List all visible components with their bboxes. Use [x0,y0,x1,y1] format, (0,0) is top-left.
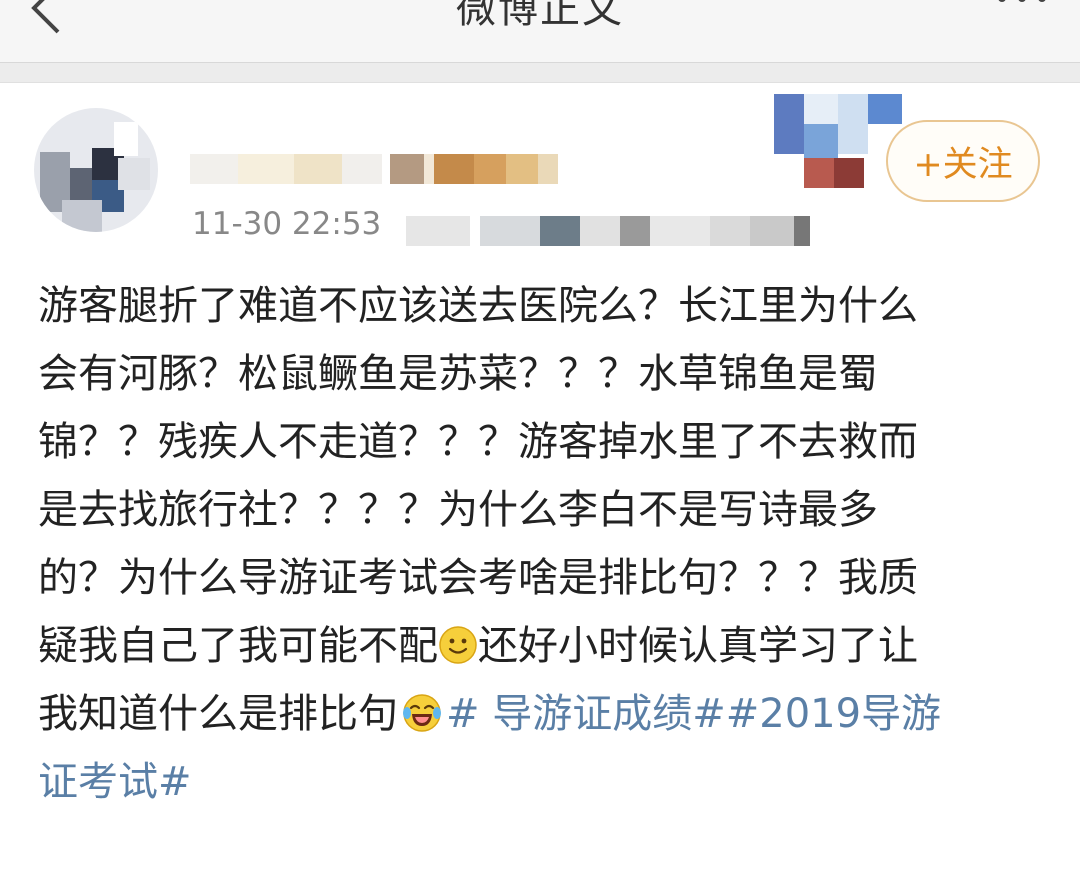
username-blurred[interactable] [190,142,570,188]
content-text: 还好小时候认真学习了让 [478,623,918,669]
page-title: 微博正文 [456,0,624,32]
post-timestamp: 11-30 22:53 [192,206,382,242]
avatar[interactable] [34,108,158,232]
section-divider [0,63,1080,83]
smile-emoji-icon [439,626,477,664]
post-source-blurred [406,216,810,246]
follow-button[interactable]: +关注 [886,120,1040,202]
post-meta: 11-30 22:53 [192,206,832,246]
top-navbar: 微博正文 [0,0,1080,63]
hashtag-link[interactable]: 证考试# [38,759,192,805]
weibo-post: 11-30 22:53 +关注 游客腿折了难道不应该送去医院么？长江里为什么 会… [0,84,1080,878]
hashtag-link[interactable]: #2019导游 [726,691,941,737]
content-line: 会有河豚？松鼠鳜鱼是苏菜？？？水草锦鱼是蜀 [38,351,878,397]
content-line: 疑我自己了我可能不配 还好小时候认真学习了让 [38,612,1038,680]
follow-button-label: +关注 [913,144,1013,185]
laugh-cry-emoji-icon [403,694,441,732]
hashtag-link[interactable]: # 导游证成绩# [446,691,726,737]
content-text: 我知道什么是排比句 [38,691,398,737]
content-line: 的？为什么导游证考试会考啥是排比句？？？我质 [38,555,918,601]
more-options-icon[interactable] [992,0,1052,8]
content-line: 我知道什么是排比句 # 导游证成绩##2019导游 [38,680,1038,748]
content-line: 证考试# [38,748,1038,816]
content-text: 疑我自己了我可能不配 [38,623,438,669]
content-line: 是去找旅行社？？？？为什么李白不是写诗最多 [38,487,878,533]
content-line: 锦？？残疾人不走道？？？游客掉水里了不去救而 [38,419,918,465]
content-line: 游客腿折了难道不应该送去医院么？长江里为什么 [38,283,918,329]
post-content: 游客腿折了难道不应该送去医院么？长江里为什么 会有河豚？松鼠鳜鱼是苏菜？？？水草… [38,272,1038,816]
